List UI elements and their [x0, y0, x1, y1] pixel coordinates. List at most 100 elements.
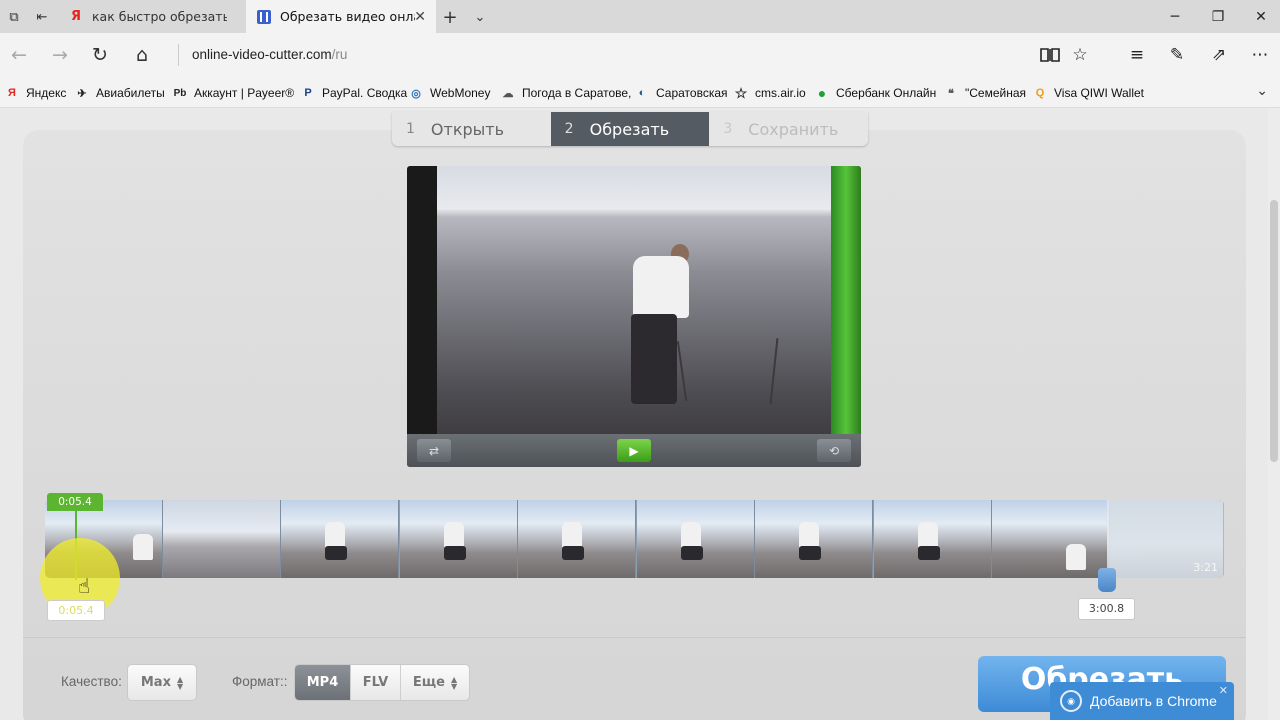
page-scrollbar[interactable]: [1268, 108, 1280, 720]
url-field[interactable]: online-video-cutter.com/ru: [178, 44, 347, 66]
end-trim-handle[interactable]: [1098, 568, 1116, 592]
favorite-yandex[interactable]: Я Яндекс: [4, 84, 66, 102]
rotate-icon[interactable]: ⇄: [417, 439, 451, 462]
favorite-star-icon[interactable]: ☆: [1067, 42, 1093, 68]
chevron-down-icon[interactable]: ⌄: [1256, 83, 1268, 99]
favorite-paypal[interactable]: P PayPal. Сводка: [300, 84, 407, 102]
minimize-icon[interactable]: ─: [1152, 0, 1198, 33]
quality-select[interactable]: Max ▲ ▼: [127, 664, 197, 701]
tab-title: Обрезать видео онлайн: [280, 9, 415, 24]
yandex-icon: Я: [70, 9, 81, 24]
scrollbar-thumb[interactable]: [1270, 200, 1278, 462]
favorite-label: PayPal. Сводка: [322, 86, 408, 100]
quality-value: Max: [140, 675, 171, 690]
reading-view-icon[interactable]: [1037, 42, 1063, 68]
favorite-semeynaya[interactable]: ❝ "Семейная: [943, 84, 1026, 102]
frame-figure-legs: [799, 546, 821, 560]
favorite-label: cms.air.io: [755, 86, 806, 100]
favorite-webmoney[interactable]: ◎ WebMoney: [408, 84, 490, 102]
hand-cursor-icon: ☝: [78, 574, 91, 598]
chevron-down-icon[interactable]: ⌄: [469, 6, 491, 28]
sberbank-icon: ●: [817, 85, 827, 101]
favorite-label: Яндекс: [26, 86, 67, 100]
format-mp4[interactable]: MP4: [295, 665, 351, 700]
timeline-frame: [163, 500, 281, 578]
step-save: 3 Сохранить: [709, 112, 868, 146]
timeline-strip[interactable]: 3:21: [45, 500, 1224, 578]
weather-icon: ☁: [502, 87, 514, 100]
timeline-frame: [874, 500, 992, 578]
favorite-weather[interactable]: ☁ Погода в Саратове,: [500, 84, 632, 102]
end-time-field[interactable]: 3:00.8: [1078, 598, 1135, 620]
restore-icon[interactable]: ❐: [1195, 0, 1241, 33]
refresh-icon[interactable]: ↻: [86, 41, 114, 69]
add-to-chrome-label: Добавить в Chrome: [1090, 693, 1217, 709]
url-path: /ru: [331, 47, 348, 62]
video-figure-body: [633, 256, 689, 318]
video-cutter-icon: [256, 9, 272, 25]
hub-icon[interactable]: ≡: [1124, 42, 1150, 68]
favorite-saratovskaya[interactable]: ◐ Саратовская: [634, 84, 728, 102]
video-frame[interactable]: [437, 166, 831, 434]
video-side-strip: [831, 166, 861, 434]
tab-video-cutter[interactable]: Обрезать видео онлайн ✕: [246, 0, 436, 33]
frame-figure: [1066, 544, 1086, 570]
tab-manager-icon[interactable]: ⧉: [3, 6, 25, 28]
step-label: Обрезать: [589, 119, 670, 139]
favorite-sberbank[interactable]: ● Сбербанк Онлайн: [814, 84, 936, 102]
timeline-frame: [281, 500, 399, 578]
favorite-label: Погода в Саратове,: [522, 86, 632, 100]
tab-strip: ⧉ ⇤ Я как быстро обрезать видео Обрезать…: [0, 0, 1280, 33]
frame-figure-legs: [918, 546, 940, 560]
set-aside-tabs-icon[interactable]: ⇤: [31, 6, 53, 28]
frame-figure-legs: [325, 546, 347, 560]
home-icon[interactable]: ⌂: [128, 41, 156, 69]
updown-arrows-icon: ▲ ▼: [450, 674, 458, 691]
favorite-label: Сбербанк Онлайн: [836, 86, 937, 100]
add-to-chrome-banner[interactable]: ◉ Добавить в Chrome ✕: [1050, 682, 1234, 720]
tab-title: как быстро обрезать видео: [92, 9, 227, 24]
new-tab-icon[interactable]: +: [439, 6, 461, 28]
start-time-tag: 0:05.4: [47, 493, 103, 511]
start-time-field[interactable]: 0:05.4: [47, 600, 105, 621]
player-controls: ⇄ ▶ ⟲: [407, 434, 861, 467]
timeline-frame: [992, 500, 1110, 578]
timeline-frame: [637, 500, 755, 578]
address-bar: ← → ↻ ⌂ online-video-cutter.com/ru ☆ ≡ ✎…: [0, 33, 1280, 77]
favorite-label: Аккаунт | Payeer®: [194, 86, 295, 100]
step-label: Сохранить: [748, 119, 839, 139]
share-icon[interactable]: ⇗: [1206, 42, 1232, 68]
more-icon[interactable]: ⋯: [1247, 42, 1273, 68]
frame-figure: [133, 534, 153, 560]
favorite-payeer[interactable]: Pb Аккаунт | Payeer®: [172, 84, 294, 102]
step-number: 2: [564, 121, 574, 137]
format-flv[interactable]: FLV: [351, 665, 401, 700]
video-figure-legs: [631, 314, 677, 404]
favorite-label: Саратовская: [656, 86, 728, 100]
web-note-icon[interactable]: ✎: [1164, 42, 1190, 68]
reset-icon[interactable]: ⟲: [817, 439, 851, 462]
qiwi-icon: Q: [1035, 87, 1045, 99]
format-more[interactable]: Еще ▲ ▼: [401, 665, 469, 700]
star-icon: ☆: [734, 84, 748, 101]
close-tab-icon[interactable]: ✕: [414, 9, 426, 25]
tab-search[interactable]: Я как быстро обрезать видео: [58, 0, 244, 33]
back-icon[interactable]: ←: [5, 41, 33, 69]
webmoney-icon: ◎: [411, 87, 421, 100]
step-open[interactable]: 1 Открыть: [392, 112, 551, 146]
format-label: Формат::: [232, 674, 288, 689]
favorite-cms[interactable]: ☆ cms.air.io: [733, 84, 806, 102]
close-icon[interactable]: ✕: [1219, 684, 1228, 697]
forward-icon[interactable]: →: [46, 41, 74, 69]
favorite-qiwi[interactable]: Q Visa QIWI Wallet: [1032, 84, 1144, 102]
step-number: 3: [723, 121, 733, 137]
step-cut: 2 Обрезать: [550, 112, 710, 146]
semeynaya-icon: ❝: [948, 87, 954, 100]
chrome-icon: ◉: [1060, 690, 1082, 712]
step-label: Открыть: [430, 119, 505, 139]
close-window-icon[interactable]: ✕: [1238, 0, 1280, 33]
play-icon[interactable]: ▶: [617, 439, 651, 462]
frame-figure: [799, 522, 819, 548]
yandex-icon: Я: [8, 87, 16, 99]
favorite-aviabilety[interactable]: ✈ Авиабилеты: [74, 84, 164, 102]
